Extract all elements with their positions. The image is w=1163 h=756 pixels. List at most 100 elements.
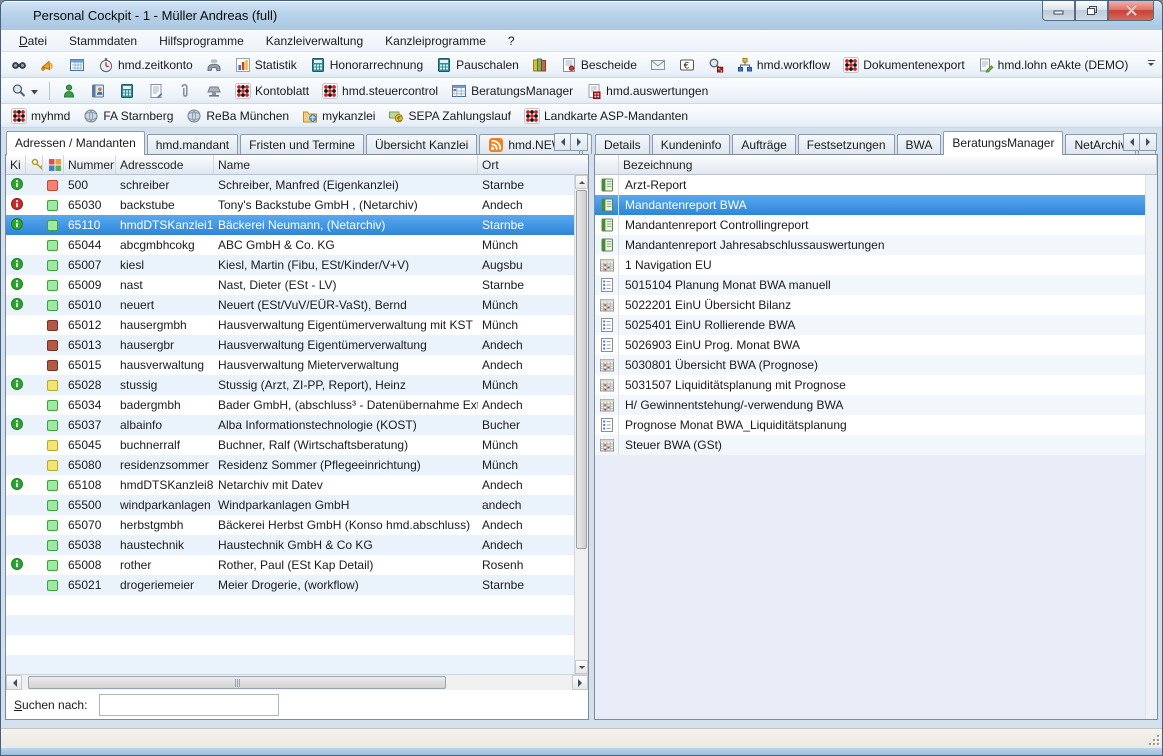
table-row[interactable]: 65008rotherRother, Paul (ESt Kap Detail)… bbox=[6, 555, 588, 575]
tab-übersicht-kanzlei[interactable]: Übersicht Kanzlei bbox=[366, 134, 477, 154]
scroll-up-button[interactable] bbox=[575, 175, 588, 189]
kontoblatt-button[interactable]: Kontoblatt bbox=[229, 80, 315, 102]
mykanzlei-button[interactable]: mykanzlei bbox=[296, 105, 381, 127]
list-item[interactable]: 5025401 EinU Rollierende BWA bbox=[595, 315, 1157, 335]
tab-details[interactable]: Details bbox=[595, 134, 650, 154]
tab-hmd-mandant[interactable]: hmd.mandant bbox=[147, 134, 238, 154]
books-button[interactable] bbox=[526, 54, 554, 76]
menu-stammdaten[interactable]: Stammdaten bbox=[59, 31, 147, 51]
table-row[interactable]: 65030backstubeTony's Backstube GmbH , (N… bbox=[6, 195, 588, 215]
table-row[interactable]: 65037albainfoAlba Informationstechnologi… bbox=[6, 415, 588, 435]
v-scroll-thumb[interactable] bbox=[576, 190, 587, 549]
reba-muenchen-button[interactable]: ReBa München bbox=[180, 105, 295, 127]
phone-button[interactable] bbox=[200, 54, 228, 76]
hmd-auswertungen-button[interactable]: hmd.auswertungen bbox=[580, 80, 714, 102]
list-item[interactable]: 5031507 Liquiditätsplanung mit Prognose bbox=[595, 375, 1157, 395]
tab-fristen-und-termine[interactable]: Fristen und Termine bbox=[240, 134, 364, 154]
beratungsmanager-button[interactable]: BeratungsManager bbox=[445, 80, 579, 102]
table-row[interactable]: 65028stussigStussig (Arzt, ZI-PP, Report… bbox=[6, 375, 588, 395]
minimize-button[interactable] bbox=[1042, 1, 1075, 21]
table-row[interactable]: 65009nastNast, Dieter (ESt - LV)Starnbe bbox=[6, 275, 588, 295]
column-header-ki[interactable]: Ki bbox=[6, 155, 26, 174]
list-item[interactable]: 1 Navigation EU bbox=[595, 255, 1157, 275]
menu-kanzleiverwaltung[interactable]: Kanzleiverwaltung bbox=[256, 31, 373, 51]
table-row[interactable]: 65012hausergmbhHausverwaltung Eigentümer… bbox=[6, 315, 588, 335]
person-button[interactable] bbox=[55, 80, 83, 102]
column-header-adresscode[interactable]: Adresscode bbox=[116, 155, 214, 174]
table-row[interactable]: 65038haustechnikHaustechnik GmbH & Co KG… bbox=[6, 535, 588, 555]
list-item[interactable]: Prognose Monat BWA_Liquiditätsplanung bbox=[595, 415, 1157, 435]
tab-festsetzungen[interactable]: Festsetzungen bbox=[798, 134, 895, 154]
tab-scroll-left-button[interactable] bbox=[554, 133, 571, 151]
column-header-name[interactable]: Name bbox=[214, 155, 478, 174]
search-dropdown-button[interactable] bbox=[5, 80, 44, 102]
table-row[interactable]: 65021drogeriemeierMeier Drogerie, (workf… bbox=[6, 575, 588, 595]
hmd-zeitkonto-button[interactable]: hmd.zeitkonto bbox=[92, 54, 199, 76]
column-header-nummer[interactable]: Nummer bbox=[64, 155, 116, 174]
scroll-down-button[interactable] bbox=[575, 660, 588, 674]
h-scroll-track[interactable] bbox=[22, 675, 572, 690]
calendar-button[interactable] bbox=[63, 54, 91, 76]
calculator-button[interactable] bbox=[113, 80, 141, 102]
h-scroll-thumb[interactable] bbox=[28, 676, 446, 689]
table-row[interactable]: 65110hmdDTSKanzlei10Bäckerei Neumann, (N… bbox=[6, 215, 588, 235]
dokumentenexport-button[interactable]: Dokumentenexport bbox=[837, 54, 970, 76]
bescheide-button[interactable]: Bescheide bbox=[555, 54, 643, 76]
menu-item[interactable]: ? bbox=[498, 31, 525, 51]
table-row[interactable]: 65015hausverwaltungHausverwaltung Mieter… bbox=[6, 355, 588, 375]
menu-datei[interactable]: Datei bbox=[9, 31, 57, 51]
restore-button[interactable] bbox=[1075, 1, 1108, 21]
pauschalen-button[interactable]: Pauschalen bbox=[430, 54, 525, 76]
tab-aufträge[interactable]: Aufträge bbox=[732, 134, 795, 154]
scroll-right-button[interactable] bbox=[572, 675, 588, 690]
table-row[interactable]: 500schreiberSchreiber, Manfred (Eigenkan… bbox=[6, 175, 588, 195]
tab-scroll-left-button[interactable] bbox=[1123, 133, 1140, 151]
projector-button[interactable] bbox=[200, 80, 228, 102]
table-row[interactable]: 65108hmdDTSKanzlei8Netarchiv mit DatevAn… bbox=[6, 475, 588, 495]
hmd-lohn-eakte-button[interactable]: hmd.lohn eAkte (DEMO) bbox=[972, 54, 1135, 76]
list-item[interactable]: 5015104 Planung Monat BWA manuell bbox=[595, 275, 1157, 295]
list-item[interactable]: H/ Gewinnentstehung/-verwendung BWA bbox=[595, 395, 1157, 415]
statistik-button[interactable]: Statistik bbox=[229, 54, 303, 76]
tab-beratungsmanager[interactable]: BeratungsManager bbox=[943, 131, 1063, 155]
column-header-ort[interactable]: Ort bbox=[478, 155, 588, 174]
tab-adressen-mandanten[interactable]: Adressen / Mandanten bbox=[6, 131, 145, 155]
table-row[interactable]: 65500windparkanlagenWindparkanlagen GmbH… bbox=[6, 495, 588, 515]
toolbar-overflow-button[interactable] bbox=[1144, 58, 1158, 71]
list-item[interactable]: 5022201 EinU Übersicht Bilanz bbox=[595, 295, 1157, 315]
resize-grip[interactable] bbox=[1148, 734, 1159, 745]
menu-kanzleiprogramme[interactable]: Kanzleiprogramme bbox=[375, 31, 496, 51]
bell-button[interactable] bbox=[34, 54, 62, 76]
v-scrollbar[interactable] bbox=[574, 175, 588, 674]
tab-scroll-right-button[interactable] bbox=[571, 133, 588, 151]
table-row[interactable]: 65044abcgmbhcokgABC GmbH & Co. KGMünch bbox=[6, 235, 588, 255]
table-row[interactable]: 65010neuertNeuert (ESt/VuV/EÜR-VaSt), Be… bbox=[6, 295, 588, 315]
column-header-status[interactable] bbox=[43, 155, 64, 174]
hmd-workflow-button[interactable]: hmd.workflow bbox=[731, 54, 836, 76]
hmd-steuercontrol-button[interactable]: hmd.steuercontrol bbox=[316, 80, 444, 102]
list-item[interactable]: 5026903 EinU Prog. Monat BWA bbox=[595, 335, 1157, 355]
reports-v-scrollbar[interactable] bbox=[1145, 175, 1157, 719]
landkarte-asp-mandanten-button[interactable]: Landkarte ASP-Mandanten bbox=[518, 105, 694, 127]
tab-kundeninfo[interactable]: Kundeninfo bbox=[652, 134, 731, 154]
h-scrollbar[interactable] bbox=[6, 674, 588, 690]
paperclip-button[interactable] bbox=[171, 80, 199, 102]
list-item[interactable]: 5030801 Übersicht BWA (Prognose) bbox=[595, 355, 1157, 375]
list-item[interactable]: Mandantenreport Controllingreport bbox=[595, 215, 1157, 235]
list-item[interactable]: Arzt-Report bbox=[595, 175, 1157, 195]
list-item[interactable]: Mandantenreport Jahresabschlussauswertun… bbox=[595, 235, 1157, 255]
table-row[interactable]: 65034badergmbhBader GmbH, (abschluss³ - … bbox=[6, 395, 588, 415]
binoculars-button[interactable] bbox=[5, 54, 33, 76]
myhmd-button[interactable]: myhmd bbox=[5, 105, 76, 127]
list-item[interactable]: Steuer BWA (GSt) bbox=[595, 435, 1157, 455]
list-item[interactable]: Mandantenreport BWA bbox=[595, 195, 1157, 215]
document-edit-button[interactable] bbox=[142, 80, 170, 102]
search-input[interactable] bbox=[99, 694, 279, 716]
honorarrechnung-button[interactable]: Honorarrechnung bbox=[304, 54, 429, 76]
table-row[interactable]: 65013hausergbrHausverwaltung Eigentümerv… bbox=[6, 335, 588, 355]
menu-hilfsprogramme[interactable]: Hilfsprogramme bbox=[149, 31, 254, 51]
table-row[interactable]: 65007kieslKiesl, Martin (Fibu, ESt/Kinde… bbox=[6, 255, 588, 275]
mail-button[interactable] bbox=[644, 54, 672, 76]
table-row[interactable]: 65070herbstgmbhBäckerei Herbst GmbH (Kon… bbox=[6, 515, 588, 535]
table-row[interactable]: 65045buchnerralfBuchner, Ralf (Wirtschaf… bbox=[6, 435, 588, 455]
